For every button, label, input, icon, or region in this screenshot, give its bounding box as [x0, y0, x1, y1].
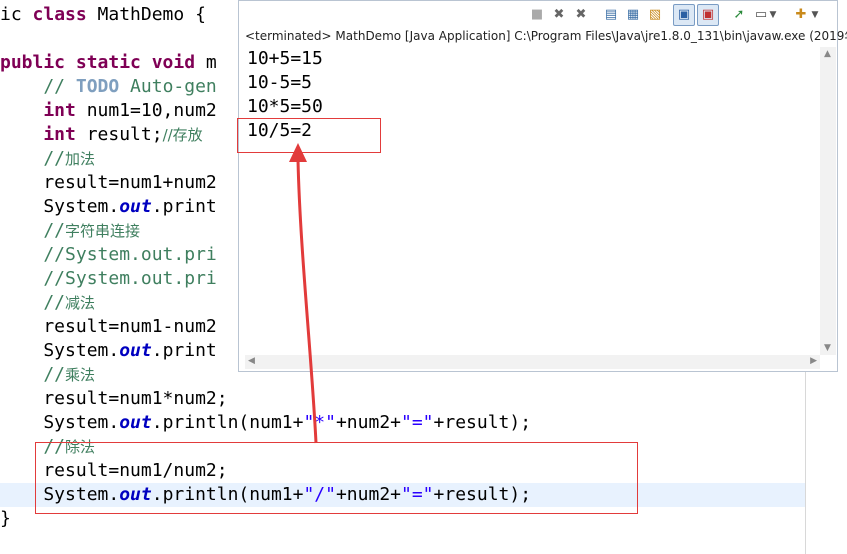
- keyword: int: [0, 124, 76, 145]
- code-text: System.: [0, 412, 120, 433]
- code-text: +result);: [433, 412, 532, 433]
- show-console-on-error-icon[interactable]: ▣: [697, 4, 719, 26]
- comment: 字符串连接: [65, 222, 141, 240]
- console-output-line: 10*5=50: [247, 96, 323, 117]
- code-text: result=num1-num2: [0, 316, 217, 337]
- code-line[interactable]: //加法: [0, 147, 95, 171]
- code-line[interactable]: System.out.print: [0, 195, 217, 219]
- code-text: result=num1+num2: [0, 172, 217, 193]
- code-line[interactable]: int num1=10,num2: [0, 99, 217, 123]
- code-line[interactable]: //System.out.pri: [0, 267, 217, 291]
- code-text: result;: [75, 124, 163, 145]
- scroll-right-icon[interactable]: ▶: [810, 356, 817, 366]
- comment: //: [0, 220, 66, 241]
- code-line[interactable]: //字符串连接: [0, 219, 140, 243]
- keyword: class: [32, 4, 87, 25]
- static-field: out: [119, 412, 152, 433]
- code-line[interactable]: //乘法: [0, 363, 95, 387]
- scroll-lock-icon[interactable]: ▦: [625, 7, 641, 23]
- comment: //存放: [162, 126, 203, 144]
- annotation-box-output: [237, 118, 381, 153]
- comment: //: [0, 76, 76, 97]
- string-literal: "=": [401, 412, 434, 433]
- code-text: .print: [151, 340, 217, 361]
- comment: //: [0, 292, 66, 313]
- console-status-label: <terminated> MathDemo [Java Application]…: [245, 29, 847, 43]
- scroll-left-icon[interactable]: ◀: [248, 356, 255, 366]
- code-text: ic: [0, 4, 33, 25]
- comment: Auto-gen: [119, 76, 217, 97]
- comment: //System.out.pri: [0, 268, 217, 289]
- console-output-line: 10+5=15: [247, 48, 323, 69]
- comment: //: [0, 364, 66, 385]
- console-horizontal-scrollbar[interactable]: ◀ ▶: [245, 355, 820, 369]
- code-text: m: [195, 52, 217, 73]
- string-literal: "*": [303, 412, 336, 433]
- code-text: .println(num1+: [151, 412, 304, 433]
- console-vertical-scrollbar[interactable]: ▲ ▼: [820, 47, 836, 355]
- terminate-icon[interactable]: ■: [529, 7, 545, 23]
- code-text: System.: [0, 340, 120, 361]
- clear-console-icon[interactable]: ▤: [603, 7, 619, 23]
- code-line[interactable]: result=num1*num2;: [0, 387, 228, 411]
- scroll-up-icon[interactable]: ▲: [824, 49, 831, 59]
- static-field: out: [119, 196, 152, 217]
- console-toolbar: ■ ✖ ✖ ▤ ▦ ▧ ▣ ▣ ➚ ▭ ▼ ✚ ▼: [239, 1, 837, 29]
- pin-console-icon[interactable]: ➚: [731, 7, 747, 23]
- show-console-on-output-icon[interactable]: ▣: [673, 4, 695, 26]
- keyword: public static void: [0, 52, 196, 73]
- comment: 加法: [65, 150, 96, 168]
- code-line[interactable]: // TODO Auto-gen: [0, 75, 217, 99]
- chevron-down-icon[interactable]: ▼: [807, 7, 823, 23]
- comment: //System.out.pri: [0, 244, 217, 265]
- code-text: }: [0, 508, 11, 529]
- todo-tag: TODO: [75, 76, 120, 97]
- comment: //: [0, 148, 66, 169]
- comment: 减法: [65, 294, 96, 312]
- keyword: int: [0, 100, 76, 121]
- code-line[interactable]: result=num1+num2: [0, 171, 217, 195]
- code-line[interactable]: public static void m: [0, 51, 217, 75]
- code-text: result=num1*num2;: [0, 388, 228, 409]
- code-text: System.: [0, 196, 120, 217]
- code-line[interactable]: //减法: [0, 291, 95, 315]
- annotation-box-code: [35, 442, 638, 514]
- remove-all-terminated-icon[interactable]: ✖: [573, 7, 589, 23]
- code-text: MathDemo {: [86, 4, 206, 25]
- chevron-down-icon[interactable]: ▼: [765, 7, 781, 23]
- code-line[interactable]: ic class MathDemo {: [0, 3, 206, 27]
- code-line[interactable]: int result;//存放: [0, 123, 203, 147]
- word-wrap-icon[interactable]: ▧: [647, 7, 663, 23]
- scroll-down-icon[interactable]: ▼: [824, 343, 831, 353]
- static-field: out: [119, 340, 152, 361]
- comment: 乘法: [65, 366, 96, 384]
- code-line[interactable]: result=num1-num2: [0, 315, 217, 339]
- code-line[interactable]: //System.out.pri: [0, 243, 217, 267]
- code-text: .print: [151, 196, 217, 217]
- code-line[interactable]: System.out.println(num1+"*"+num2+"="+res…: [0, 411, 531, 435]
- code-text: +num2+: [335, 412, 401, 433]
- code-line[interactable]: System.out.print: [0, 339, 217, 363]
- remove-launch-icon[interactable]: ✖: [551, 7, 567, 23]
- console-view: ■ ✖ ✖ ▤ ▦ ▧ ▣ ▣ ➚ ▭ ▼ ✚ ▼ <terminated> M…: [238, 0, 847, 372]
- console-output-line: 10-5=5: [247, 72, 313, 93]
- code-text: num1=10,num2: [75, 100, 217, 121]
- code-line[interactable]: }: [0, 507, 11, 531]
